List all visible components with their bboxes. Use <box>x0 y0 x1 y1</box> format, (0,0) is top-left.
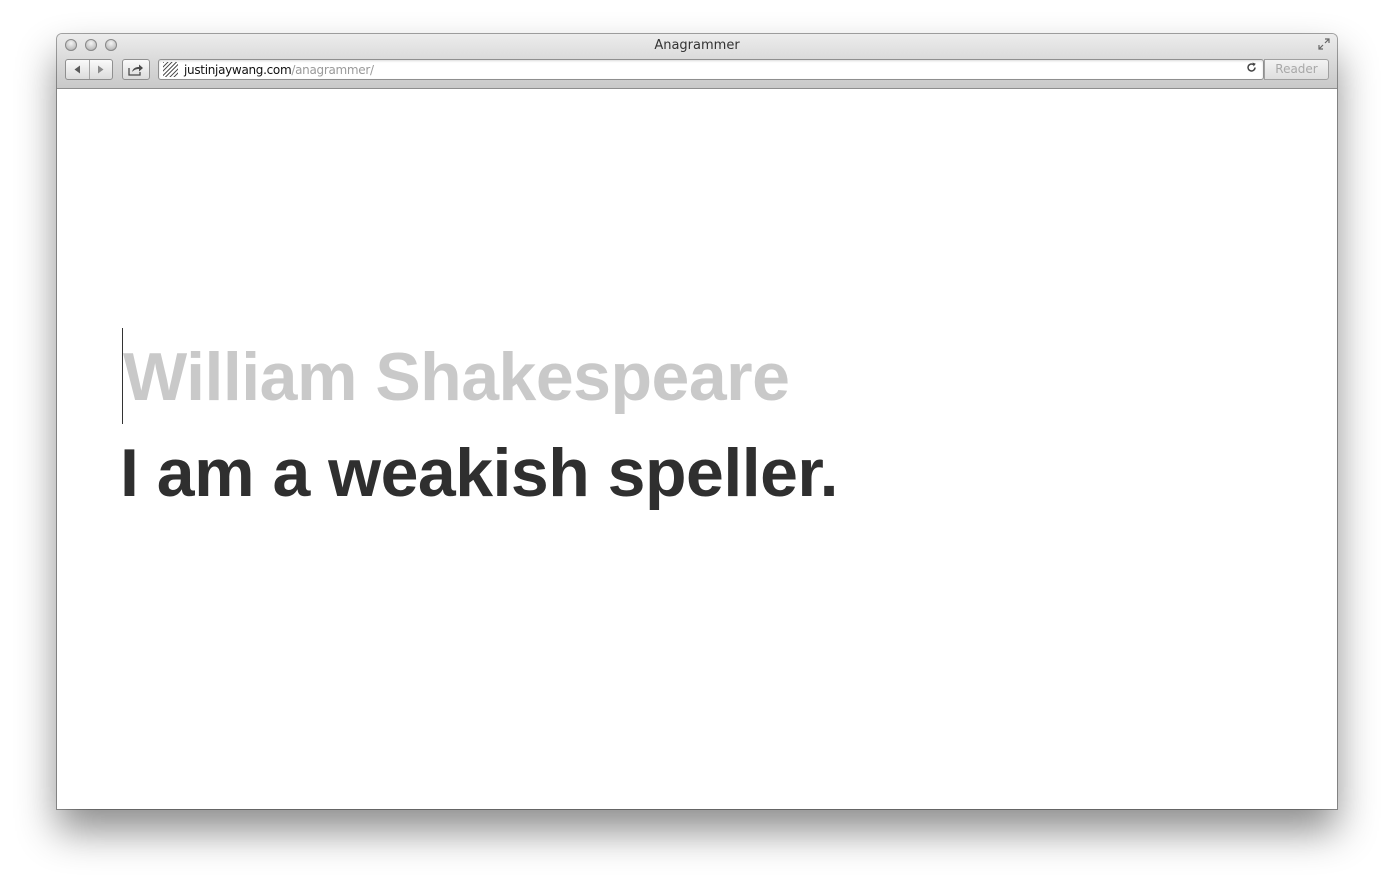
anagram-input[interactable]: William Shakespeare <box>123 337 790 417</box>
reader-button[interactable]: Reader <box>1264 59 1329 80</box>
share-button[interactable] <box>122 59 150 80</box>
url-path: /anagrammer/ <box>291 63 374 77</box>
browser-window: Anagrammer justinjaywang.com/anagrammer/ <box>57 34 1337 809</box>
share-icon <box>128 64 143 76</box>
page-content: William Shakespeare I am a weakish spell… <box>57 89 1337 809</box>
forward-button[interactable] <box>88 60 113 79</box>
reload-icon[interactable] <box>1246 61 1257 76</box>
back-forward-group <box>65 59 113 80</box>
anagram-result: I am a weakish speller. <box>120 435 839 511</box>
url-text[interactable]: justinjaywang.com/anagrammer/ <box>184 63 374 77</box>
forward-arrow-icon <box>98 65 104 74</box>
site-favicon-icon <box>163 62 178 77</box>
url-host: justinjaywang.com <box>184 63 292 77</box>
title-bar: Anagrammer justinjaywang.com/anagrammer/ <box>57 34 1337 89</box>
back-arrow-icon <box>74 65 80 74</box>
address-bar[interactable]: justinjaywang.com/anagrammer/ <box>158 59 1264 80</box>
back-button[interactable] <box>66 60 89 79</box>
window-title: Anagrammer <box>654 38 740 53</box>
fullscreen-icon[interactable] <box>1317 38 1331 52</box>
